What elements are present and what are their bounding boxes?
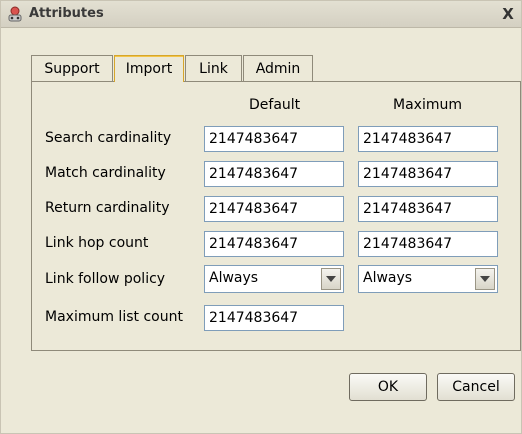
link-follow-policy-maximum-value: Always bbox=[363, 270, 413, 286]
column-header-maximum: Maximum bbox=[393, 97, 462, 113]
link-hop-count-maximum-field[interactable]: 2147483647 bbox=[358, 231, 498, 257]
attributes-dialog: Attributes X Support Import Link Admin D… bbox=[0, 0, 522, 434]
cancel-button[interactable]: Cancel bbox=[437, 373, 515, 401]
tab-import[interactable]: Import bbox=[114, 55, 184, 82]
window-title: Attributes bbox=[29, 6, 104, 21]
return-cardinality-maximum-field[interactable]: 2147483647 bbox=[358, 196, 498, 222]
tab-support[interactable]: Support bbox=[31, 55, 113, 81]
search-cardinality-maximum-field[interactable]: 2147483647 bbox=[358, 126, 498, 152]
title-bar[interactable]: Attributes X bbox=[1, 1, 521, 28]
column-header-default: Default bbox=[249, 97, 301, 113]
match-cardinality-maximum-field[interactable]: 2147483647 bbox=[358, 161, 498, 187]
link-follow-policy-maximum-select[interactable]: Always bbox=[358, 265, 498, 293]
tab-link[interactable]: Link bbox=[185, 55, 242, 81]
search-cardinality-default-field[interactable]: 2147483647 bbox=[204, 126, 344, 152]
tab-admin[interactable]: Admin bbox=[243, 55, 313, 81]
link-follow-policy-default-select[interactable]: Always bbox=[204, 265, 344, 293]
ok-button[interactable]: OK bbox=[349, 373, 427, 401]
attributes-app-icon bbox=[6, 5, 24, 23]
return-cardinality-label: Return cardinality bbox=[45, 200, 170, 216]
match-cardinality-default-field[interactable]: 2147483647 bbox=[204, 161, 344, 187]
link-follow-policy-label: Link follow policy bbox=[45, 271, 166, 287]
maximum-list-count-default-field[interactable]: 2147483647 bbox=[204, 305, 344, 331]
chevron-down-icon[interactable] bbox=[475, 268, 495, 290]
search-cardinality-label: Search cardinality bbox=[45, 130, 172, 146]
link-hop-count-label: Link hop count bbox=[45, 235, 149, 251]
chevron-down-icon[interactable] bbox=[321, 268, 341, 290]
maximum-list-count-label: Maximum list count bbox=[45, 309, 183, 325]
return-cardinality-default-field[interactable]: 2147483647 bbox=[204, 196, 344, 222]
close-icon[interactable]: X bbox=[499, 5, 517, 23]
link-hop-count-default-field[interactable]: 2147483647 bbox=[204, 231, 344, 257]
link-follow-policy-default-value: Always bbox=[209, 270, 259, 286]
match-cardinality-label: Match cardinality bbox=[45, 165, 166, 181]
